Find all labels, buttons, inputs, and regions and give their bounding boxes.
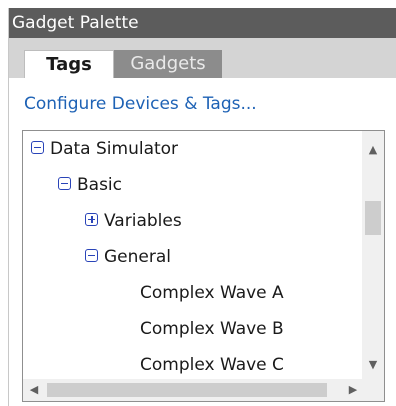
tree-item-label: Data Simulator [50, 139, 179, 159]
tree-item-general[interactable]: General [85, 239, 171, 275]
gadget-palette-panel: Gadget Palette Tags Gadgets Configure De… [8, 8, 396, 406]
tree-item-label: General [104, 247, 171, 267]
expand-plus-icon[interactable] [85, 212, 98, 226]
scroll-down-arrow-icon[interactable]: ▼ [362, 358, 384, 371]
tree-item-complex-wave-c[interactable]: Complex Wave C [140, 347, 284, 383]
tab-bar: Tags Gadgets [9, 38, 396, 78]
tree-item-variables[interactable]: Variables [85, 203, 182, 239]
tree-item-label: Complex Wave A [140, 283, 284, 303]
tree-item-basic[interactable]: Basic [58, 167, 122, 203]
scroll-right-arrow-icon[interactable]: ▶ [342, 383, 364, 396]
vertical-scrollbar[interactable]: ▲ ▼ [362, 131, 384, 381]
tree-item-label: Complex Wave B [140, 319, 284, 339]
collapse-minus-icon[interactable] [85, 248, 98, 262]
collapse-minus-icon[interactable] [31, 140, 44, 154]
tab-gadgets[interactable]: Gadgets [114, 50, 222, 78]
panel-header: Gadget Palette [9, 8, 396, 38]
tree-item-label: Variables [104, 211, 182, 231]
tree-item-label: Complex Wave C [140, 355, 284, 375]
scrollbar-corner [362, 379, 384, 401]
collapse-minus-icon[interactable] [58, 176, 71, 190]
scroll-left-arrow-icon[interactable]: ◀ [23, 383, 45, 396]
configure-devices-link[interactable]: Configure Devices & Tags... [24, 94, 257, 114]
scroll-up-arrow-icon[interactable]: ▲ [362, 143, 384, 156]
panel-title: Gadget Palette [12, 13, 139, 33]
tree-item-complex-wave-a[interactable]: Complex Wave A [140, 275, 284, 311]
tree-item-data-simulator[interactable]: Data Simulator [31, 131, 178, 167]
horizontal-scrollbar[interactable]: ◀ ▶ [23, 379, 364, 401]
tree-item-complex-wave-b[interactable]: Complex Wave B [140, 311, 284, 347]
horizontal-scroll-thumb[interactable] [47, 383, 327, 397]
vertical-scroll-thumb[interactable] [365, 201, 381, 235]
tree-item-label: Basic [77, 175, 123, 195]
tag-tree: Data Simulator Basic Variables General C… [22, 130, 385, 402]
tab-tags[interactable]: Tags [24, 50, 114, 78]
